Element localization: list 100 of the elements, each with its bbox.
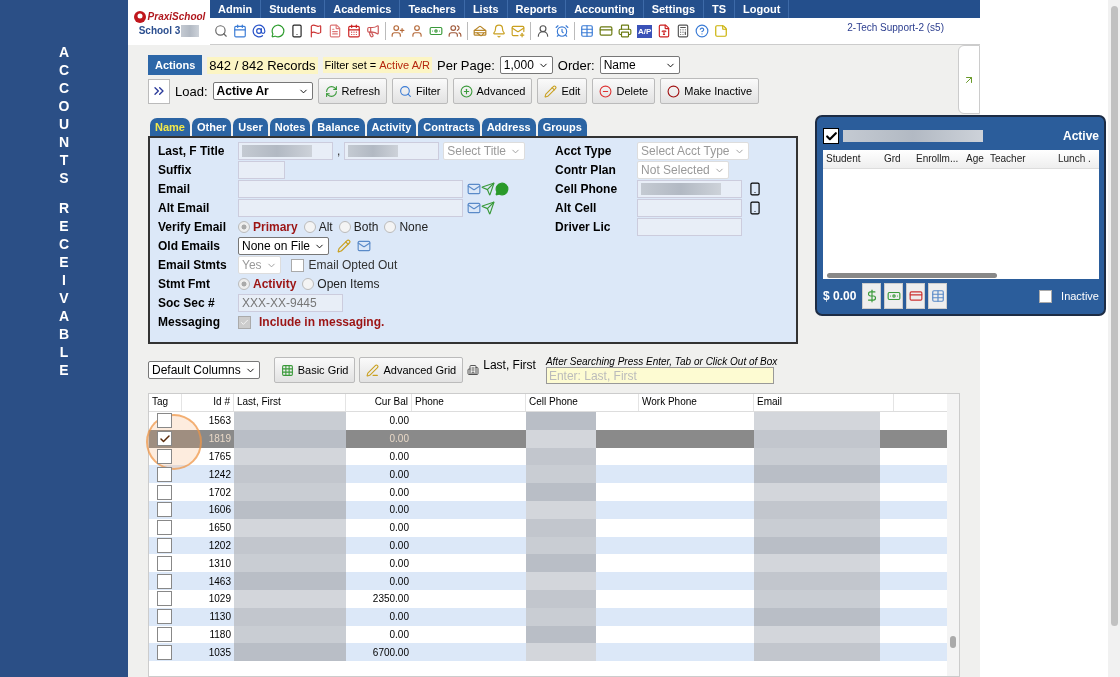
envelope-icon[interactable]	[467, 182, 481, 196]
scrollbar[interactable]	[947, 394, 959, 676]
order-select[interactable]: Name	[599, 56, 680, 74]
per-page-select[interactable]: 1,000	[499, 56, 553, 74]
column-header[interactable]: Grd	[881, 153, 913, 165]
tag-checkbox[interactable]	[157, 591, 172, 607]
grid-row[interactable]: 1035 6700.00	[149, 643, 947, 662]
people-icon[interactable]	[448, 24, 462, 38]
tab[interactable]: User	[233, 118, 268, 136]
note-icon[interactable]	[714, 24, 729, 38]
filter-button[interactable]: Filter	[392, 78, 448, 104]
expand-button[interactable]	[148, 78, 170, 104]
money-icon[interactable]	[429, 24, 443, 38]
envelope-icon[interactable]	[467, 201, 481, 215]
refresh-button[interactable]: Refresh	[317, 78, 388, 104]
tag-checkbox[interactable]	[157, 413, 172, 429]
nav-item[interactable]: Lists	[464, 0, 508, 18]
tag-checkbox[interactable]	[157, 520, 172, 536]
column-header[interactable]: Phone	[412, 394, 526, 411]
advanced-grid-button[interactable]: Advanced Grid	[359, 357, 464, 383]
column-header[interactable]: Email	[754, 394, 894, 411]
tag-checkbox[interactable]	[157, 609, 172, 625]
nav-item[interactable]: Students	[261, 0, 326, 18]
nav-item[interactable]: Settings	[643, 0, 705, 18]
tag-checkbox[interactable]	[157, 484, 172, 500]
nav-item[interactable]: Accounting	[566, 0, 644, 18]
edit-icon[interactable]	[337, 239, 352, 253]
send-mail-icon[interactable]	[481, 201, 495, 215]
send-mail-icon[interactable]	[481, 182, 495, 196]
help-icon[interactable]	[695, 24, 710, 38]
suffix-field[interactable]	[238, 161, 285, 179]
at-sign-icon[interactable]	[252, 24, 266, 38]
last-name-field[interactable]	[238, 142, 333, 160]
nav-item[interactable]: Logout	[735, 0, 790, 18]
column-header[interactable]: Cell Phone	[526, 394, 639, 411]
radio-option[interactable]: Both	[338, 220, 379, 234]
panel-checkbox[interactable]	[823, 128, 839, 145]
nav-item[interactable]: Reports	[507, 0, 567, 18]
tag-checkbox[interactable]	[157, 431, 172, 447]
edit-button[interactable]: Edit	[537, 78, 588, 104]
grid-row[interactable]: 1463 0.00	[149, 572, 947, 590]
column-header[interactable]: Last, First	[234, 394, 346, 411]
ap-icon[interactable]: A/P	[637, 24, 653, 38]
search-field[interactable]: Enter: Last, First	[545, 367, 774, 384]
delete-button[interactable]: Delete	[592, 78, 656, 104]
email-field[interactable]	[238, 180, 463, 198]
sandwich-icon[interactable]	[473, 24, 487, 38]
pdf-icon[interactable]	[657, 24, 672, 38]
tag-checkbox[interactable]	[157, 502, 172, 518]
tag-checkbox[interactable]	[157, 626, 172, 642]
checkbox[interactable]	[238, 315, 251, 329]
column-header[interactable]: Teacher	[987, 153, 1055, 165]
calendar-icon[interactable]	[347, 24, 361, 38]
actions-tab[interactable]: Actions	[148, 55, 203, 75]
column-header[interactable]: Work Phone	[639, 394, 754, 411]
tab[interactable]: Name	[150, 118, 190, 136]
tab[interactable]: Contracts	[418, 118, 480, 136]
clock-icon[interactable]	[555, 24, 569, 38]
card-icon[interactable]	[599, 24, 613, 38]
person-icon[interactable]	[410, 24, 424, 38]
phone-icon[interactable]	[290, 24, 304, 38]
person-icon[interactable]	[536, 24, 550, 38]
bell-icon[interactable]	[492, 24, 506, 38]
calendar-icon[interactable]	[233, 24, 247, 38]
tag-checkbox[interactable]	[157, 644, 172, 660]
email-field[interactable]	[238, 199, 463, 217]
advanced-button[interactable]: Advanced	[452, 78, 533, 104]
radio-option[interactable]: None	[384, 220, 429, 234]
search-icon[interactable]	[214, 24, 228, 38]
radio-option[interactable]: Open Items	[302, 277, 380, 291]
column-header[interactable]: Id #	[182, 394, 234, 411]
printer-icon[interactable]	[618, 24, 632, 38]
tag-checkbox[interactable]	[157, 555, 172, 571]
phone-field[interactable]	[637, 180, 743, 198]
tab[interactable]: Groups	[537, 118, 587, 136]
card-button[interactable]	[906, 283, 926, 309]
chat-icon[interactable]	[495, 182, 509, 196]
column-header[interactable]: Cur Bal	[346, 394, 412, 411]
ssn-field[interactable]: XXX-XX-9445	[238, 294, 343, 312]
old-emails-select[interactable]: None on File	[238, 237, 330, 255]
flag-icon[interactable]	[309, 24, 323, 38]
money-button[interactable]	[884, 283, 904, 309]
tab[interactable]: Other	[191, 118, 232, 136]
chat-icon[interactable]	[271, 24, 285, 38]
envelope-icon[interactable]	[357, 239, 372, 253]
columns-select[interactable]: Default Columns	[148, 361, 260, 379]
column-header[interactable]: Enrollm...	[913, 153, 963, 165]
nav-item[interactable]: Academics	[325, 0, 401, 18]
tab[interactable]: Address	[481, 118, 536, 136]
load-select[interactable]: Active Ar	[212, 82, 313, 100]
table-icon[interactable]	[580, 24, 594, 38]
nav-item[interactable]: TS	[704, 0, 736, 18]
person-icon[interactable]	[391, 24, 405, 38]
form-icon[interactable]	[328, 24, 342, 38]
radio-option[interactable]: Alt	[303, 220, 333, 234]
radio-option[interactable]: Primary	[238, 220, 298, 234]
column-header[interactable]: Age	[963, 153, 987, 165]
column-header[interactable]: Student	[823, 153, 881, 165]
tag-checkbox[interactable]	[157, 573, 172, 589]
tag-checkbox[interactable]	[157, 466, 172, 482]
